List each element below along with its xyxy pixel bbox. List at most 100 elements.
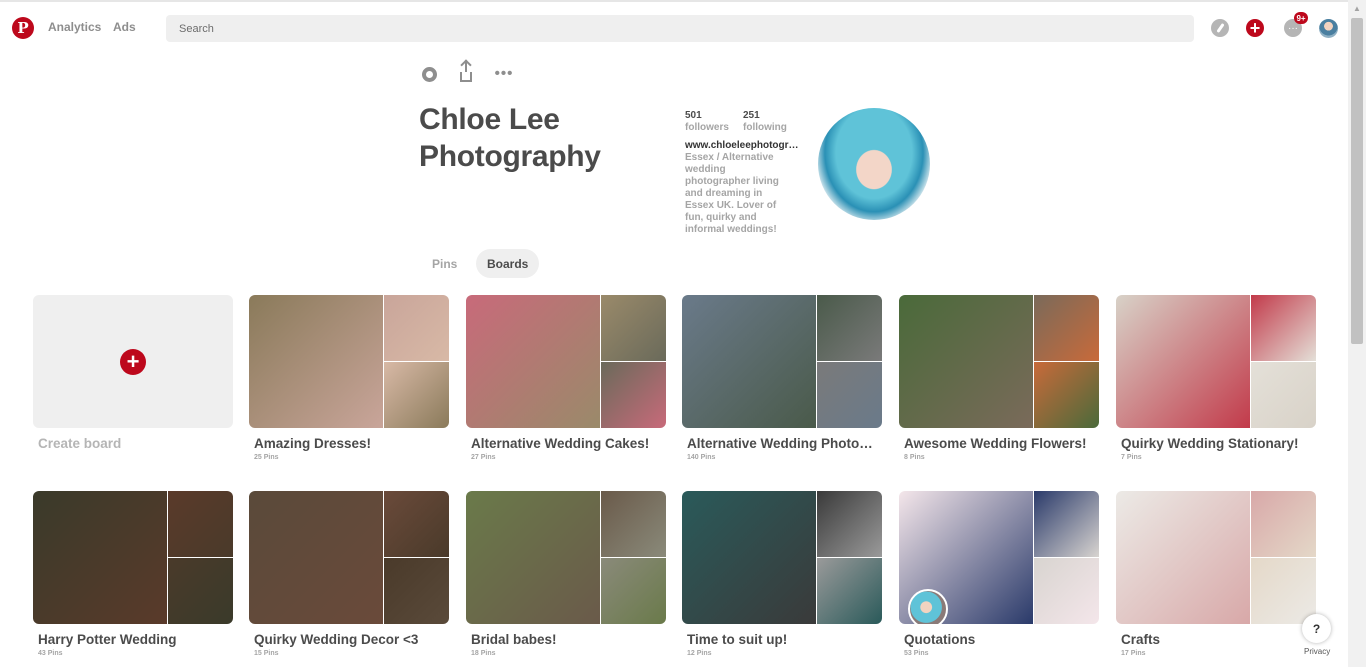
board-cover-image: [1251, 558, 1316, 624]
explore-compass-icon[interactable]: [1211, 19, 1229, 37]
board-pin-count: 27 Pins: [471, 454, 496, 461]
board-cover-collage[interactable]: [33, 491, 233, 624]
board-title[interactable]: Quirky Wedding Stationary!: [1121, 436, 1311, 451]
board-cover-collage[interactable]: [682, 491, 882, 624]
followers-stat[interactable]: 501 followers: [685, 110, 729, 133]
board-card[interactable]: Crafts 17 Pins: [1116, 491, 1316, 661]
board-title[interactable]: Quotations: [904, 632, 1094, 647]
board-pin-count: 15 Pins: [254, 650, 279, 657]
board-cover-image: [384, 558, 449, 624]
board-title[interactable]: Alternative Wedding Photography: [687, 436, 877, 451]
board-cover-image: [1251, 295, 1316, 361]
create-board-label[interactable]: Create board: [38, 436, 228, 451]
board-title[interactable]: Crafts: [1121, 632, 1311, 647]
board-card[interactable]: Quirky Wedding Decor <3 15 Pins: [249, 491, 449, 661]
nav-analytics-link[interactable]: Analytics: [48, 20, 101, 34]
board-cover-collage[interactable]: [899, 295, 1099, 428]
board-cover-collage[interactable]: [466, 295, 666, 428]
collaborator-avatar: [908, 589, 948, 624]
board-pin-count: 25 Pins: [254, 454, 279, 461]
profile-avatar: [818, 108, 930, 220]
board-cover-image: [1116, 295, 1250, 428]
board-pin-count: 17 Pins: [1121, 650, 1146, 657]
board-cover-image: [249, 295, 383, 428]
board-cover-image: [817, 558, 882, 624]
board-card[interactable]: Time to suit up! 12 Pins: [682, 491, 882, 661]
board-cover-image: [1116, 491, 1250, 624]
board-cover-image: [168, 491, 233, 557]
board-card[interactable]: Alternative Wedding Photography 140 Pins: [682, 295, 882, 465]
board-cover-image: [601, 558, 666, 624]
board-cover-image: [168, 558, 233, 624]
board-card[interactable]: Harry Potter Wedding 43 Pins: [33, 491, 233, 661]
board-cover-collage[interactable]: [1116, 491, 1316, 624]
add-board-plus-icon[interactable]: +: [120, 348, 146, 375]
board-cover-image: [1034, 295, 1099, 361]
board-cover-image: [466, 491, 600, 624]
board-title[interactable]: Bridal babes!: [471, 632, 661, 647]
more-options-icon[interactable]: •••: [494, 64, 514, 84]
board-title[interactable]: Harry Potter Wedding: [38, 632, 228, 647]
scroll-thumb[interactable]: [1351, 18, 1363, 344]
pinterest-logo-icon[interactable]: P: [12, 17, 34, 39]
board-card[interactable]: Bridal babes! 18 Pins: [466, 491, 666, 661]
profile-name: Chloe Lee Photography: [419, 103, 601, 173]
tab-boards[interactable]: Boards: [476, 249, 540, 278]
board-cover-image: [384, 295, 449, 361]
board-cover-collage[interactable]: [682, 295, 882, 428]
board-title[interactable]: Alternative Wedding Cakes!: [471, 436, 661, 451]
board-pin-count: 140 Pins: [687, 454, 716, 461]
privacy-link[interactable]: Privacy: [1304, 647, 1330, 656]
board-pin-count: 7 Pins: [1121, 454, 1142, 461]
following-stat[interactable]: 251 following: [743, 110, 787, 133]
tab-pins[interactable]: Pins: [421, 249, 468, 278]
scroll-up-arrow-icon[interactable]: ▲: [1348, 0, 1366, 17]
board-cover-image: [601, 295, 666, 361]
help-button[interactable]: ?: [1302, 614, 1331, 643]
board-cover-image: [249, 491, 383, 624]
user-avatar-icon[interactable]: [1319, 19, 1338, 38]
top-nav-bar: P Analytics Ads + ··· 9+: [0, 0, 1348, 54]
following-count: 251: [743, 110, 760, 121]
board-pin-count: 8 Pins: [904, 454, 925, 461]
board-title[interactable]: Quirky Wedding Decor <3: [254, 632, 444, 647]
board-title[interactable]: Awesome Wedding Flowers!: [904, 436, 1094, 451]
board-cover-image: [1034, 491, 1099, 557]
board-title[interactable]: Amazing Dresses!: [254, 436, 444, 451]
board-card[interactable]: Awesome Wedding Flowers! 8 Pins: [899, 295, 1099, 465]
board-cover-image: [466, 295, 600, 428]
nav-ads-link[interactable]: Ads: [113, 20, 136, 34]
board-cover-image: [601, 491, 666, 557]
notification-badge: 9+: [1294, 12, 1308, 24]
board-title[interactable]: Time to suit up!: [687, 632, 877, 647]
search-input[interactable]: [166, 15, 1194, 42]
board-card[interactable]: Amazing Dresses! 25 Pins: [249, 295, 449, 465]
settings-gear-icon[interactable]: [419, 64, 439, 84]
board-cover-collage[interactable]: [1116, 295, 1316, 428]
board-cover-image: [601, 362, 666, 428]
board-cover-image: [817, 295, 882, 361]
board-cover-image: [817, 491, 882, 557]
board-cover-collage[interactable]: [249, 295, 449, 428]
page-scrollbar[interactable]: ▲: [1348, 0, 1366, 667]
board-pin-count: 43 Pins: [38, 650, 63, 657]
board-card[interactable]: Quirky Wedding Stationary! 7 Pins: [1116, 295, 1316, 465]
add-pin-icon[interactable]: +: [1246, 19, 1264, 37]
board-cover-collage[interactable]: [249, 491, 449, 624]
profile-bio: Essex / Alternative wedding photographer…: [685, 152, 779, 235]
board-pin-count: 18 Pins: [471, 650, 496, 657]
board-card[interactable]: Quotations 53 Pins: [899, 491, 1099, 661]
board-cover-collage[interactable]: [466, 491, 666, 624]
board-cover-image: [1034, 558, 1099, 624]
board-pin-count: 12 Pins: [687, 650, 712, 657]
create-board-card[interactable]: + Create board: [33, 295, 233, 465]
profile-website-link[interactable]: www.chloeleephotography.co.uk: [685, 140, 800, 151]
board-cover-image: [682, 491, 816, 624]
create-board-tile[interactable]: +: [33, 295, 233, 428]
board-cover-image: [817, 362, 882, 428]
share-icon[interactable]: [456, 62, 476, 84]
board-cover-image: [1251, 362, 1316, 428]
board-cover-collage[interactable]: [899, 491, 1099, 624]
board-cover-image: [682, 295, 816, 428]
board-card[interactable]: Alternative Wedding Cakes! 27 Pins: [466, 295, 666, 465]
